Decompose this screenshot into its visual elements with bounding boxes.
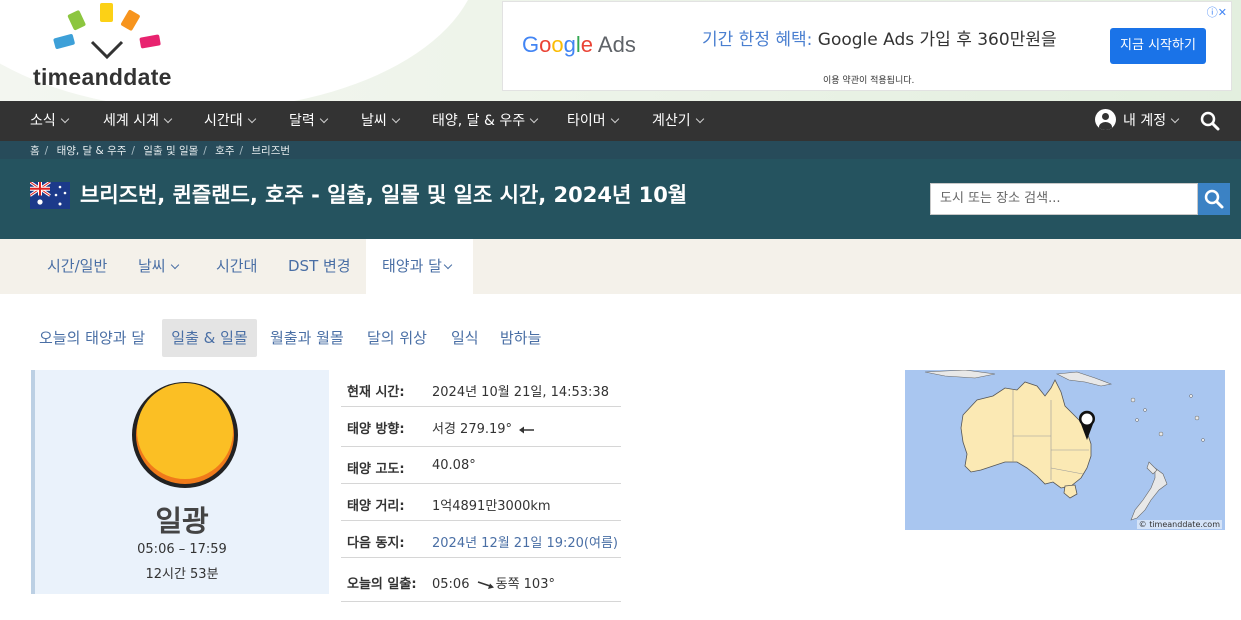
arrow-east-icon (477, 580, 494, 589)
nav-item-timezone[interactable]: 시간대 (204, 101, 256, 141)
chevron-down-icon (443, 260, 453, 270)
chevron-down-icon (529, 114, 539, 124)
table-row: 태양 방향: 서경 279.19° (341, 407, 621, 447)
nav-item-weather[interactable]: 날씨 (361, 101, 401, 141)
nav-item-news[interactable]: 소식 (30, 101, 70, 141)
today-sunrise-label: 오늘의 일출: (347, 577, 417, 592)
site-header: timeanddate Google Ads 기간 한정 혜택: Google … (0, 0, 1241, 101)
table-row: 다음 동지: 2024년 12월 21일 19:20(여름) (341, 521, 621, 558)
table-row: 현재 시간: 2024년 10월 21일, 14:53:38 (341, 370, 621, 407)
daylight-range: 05:06 – 17:59 (137, 542, 227, 557)
tab-timezone[interactable]: 시간대 (216, 239, 257, 294)
australia-flag-icon (30, 182, 70, 209)
search-icon[interactable] (1200, 111, 1220, 131)
main-nav: 소식 세계 시계 시간대 달력 날씨 태양, 달 & 우주 타이머 계산기 내 … (0, 101, 1241, 141)
logo-text: timeanddate (33, 64, 172, 90)
current-time-label: 현재 시간: (347, 385, 405, 400)
search-icon (1204, 189, 1224, 209)
section-tabs: 시간/일반 날씨 시간대 DST 변경 태양과 달 (0, 239, 1241, 294)
chevron-down-icon (60, 114, 70, 124)
nav-item-sun-moon-space[interactable]: 태양, 달 & 우주 (432, 101, 539, 141)
nav-item-calculator[interactable]: 계산기 (652, 101, 704, 141)
subtab-night-sky[interactable]: 밤하늘 (500, 319, 541, 357)
next-solstice-link[interactable]: 2024년 12월 21일 19:20(여름) (432, 532, 618, 551)
breadcrumb-brisbane: 브리즈번 (251, 145, 291, 157)
chevron-down-icon (170, 260, 179, 270)
sun-direction-label: 태양 방향: (347, 422, 405, 437)
nav-item-calendar[interactable]: 달력 (289, 101, 329, 141)
chevron-down-icon (1170, 114, 1180, 124)
tab-time-general[interactable]: 시간/일반 (47, 239, 107, 294)
chevron-down-icon (163, 114, 173, 124)
australia-map (905, 370, 1225, 530)
table-row: 오늘의 일출: 05:06 동쪽 103° (341, 558, 621, 602)
breadcrumb-home[interactable]: 홈 (30, 145, 40, 157)
ad-headline: 기간 한정 혜택: Google Ads 가입 후 360만원을 (702, 30, 1057, 50)
subtab-sunrise-sunset[interactable]: 일출 & 일몰 (162, 319, 257, 357)
sun-distance-value: 1억4891만3000km (432, 499, 551, 514)
ad-brand-logo: Google Ads (522, 32, 636, 57)
daylight-card: 일광 05:06 – 17:59 12시간 53분 (31, 370, 329, 594)
subtab-moon-phases[interactable]: 달의 위상 (367, 319, 427, 357)
current-time-value: 2024년 10월 21일, 14:53:38 (432, 385, 609, 400)
nav-item-timer[interactable]: 타이머 (567, 101, 619, 141)
tab-sun-and-moon[interactable]: 태양과 달 (366, 239, 473, 294)
google-ads-banner[interactable]: Google Ads 기간 한정 혜택: Google Ads 가입 후 360… (502, 1, 1232, 91)
ad-cta-button[interactable]: 지금 시작하기 (1110, 28, 1206, 64)
daylight-label: 일광 (155, 504, 209, 538)
ad-close-icon[interactable]: ⓘ✕ (1207, 4, 1227, 20)
sun-distance-label: 태양 거리: (347, 499, 405, 514)
breadcrumb-australia[interactable]: 호주 (215, 145, 234, 157)
chevron-down-icon (695, 114, 704, 124)
nav-item-world-clock[interactable]: 세계 시계 (103, 101, 173, 141)
tab-dst-changes[interactable]: DST 변경 (288, 239, 351, 294)
location-map[interactable]: © timeanddate.com (905, 370, 1225, 530)
place-search-button[interactable] (1198, 183, 1230, 215)
logo-mark-icon (53, 3, 161, 60)
table-row: 태양 고도: 40.08° (341, 447, 621, 484)
map-credit: © timeanddate.com (1136, 520, 1222, 529)
subtab-eclipses[interactable]: 일식 (451, 319, 479, 357)
tab-weather[interactable]: 날씨 (138, 239, 179, 294)
chevron-down-icon (610, 114, 619, 124)
arrow-left-icon (519, 426, 535, 433)
subtab-moonrise-moonset[interactable]: 월출과 월몰 (270, 319, 344, 357)
breadcrumb: 홈 / 태양, 달 & 우주 / 일출 및 일몰 / 호주 / 브리즈번 (30, 145, 291, 157)
sun-altitude-value: 40.08° (432, 458, 476, 473)
subtab-today-sun-moon[interactable]: 오늘의 태양과 달 (39, 319, 145, 357)
next-solstice-label: 다음 동지: (347, 536, 405, 551)
site-logo[interactable]: timeanddate (30, 0, 190, 100)
sun-altitude-label: 태양 고도: (347, 462, 405, 477)
breadcrumb-sun-moon[interactable]: 태양, 달 & 우주 (57, 145, 127, 157)
chevron-down-icon (391, 114, 401, 124)
chevron-down-icon (319, 114, 329, 124)
user-icon (1095, 108, 1116, 130)
sun-direction-value: 서경 279.19° (432, 418, 535, 437)
chevron-down-icon (247, 114, 256, 124)
daylight-length: 12시간 53분 (145, 567, 219, 582)
breadcrumb-sunrise-sunset[interactable]: 일출 및 일몰 (143, 145, 198, 157)
ad-terms: 이용 약관이 적용됩니다. (823, 76, 915, 86)
table-row: 태양 거리: 1억4891만3000km (341, 484, 621, 521)
sun-icon (132, 382, 238, 488)
place-search-input[interactable]: 도시 또는 장소 검색... (930, 183, 1198, 215)
sun-info-table: 현재 시간: 2024년 10월 21일, 14:53:38 태양 방향: 서경… (341, 370, 621, 602)
today-sunrise-value: 05:06 동쪽 103° (432, 577, 555, 592)
title-band: 홈 / 태양, 달 & 우주 / 일출 및 일몰 / 호주 / 브리즈번 브리즈번, 퀸… (0, 141, 1241, 239)
page-title: 브리즈번, 퀸즐랜드, 호주 - 일출, 일몰 및 일조 시간, 2024년 1… (80, 183, 688, 207)
account-menu[interactable]: 내 계정 (1095, 101, 1180, 141)
